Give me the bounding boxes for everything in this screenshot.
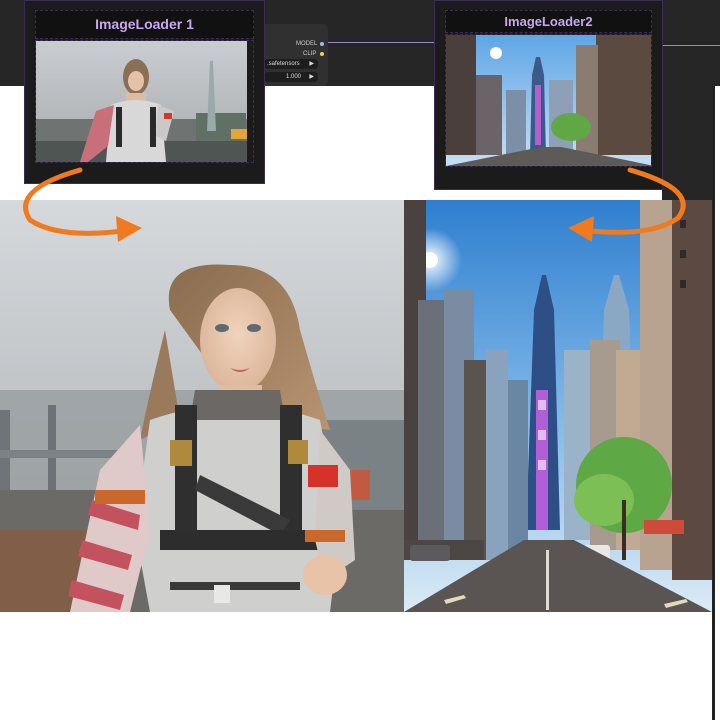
node-title[interactable]: ImageLoader2 xyxy=(445,10,652,33)
city-street-image xyxy=(404,200,712,612)
image-preview xyxy=(445,34,652,167)
right-curved-arrow-icon xyxy=(579,167,686,235)
ckpt-name-widget[interactable]: .safetensors ▶ xyxy=(264,59,318,69)
image-preview xyxy=(35,40,254,163)
connection-wire xyxy=(328,42,434,43)
widget-arrow-icon[interactable]: ▶ xyxy=(309,59,314,69)
woman-thumbnail-image xyxy=(36,41,247,162)
connection-wire xyxy=(662,45,720,46)
city-image-panel xyxy=(404,200,712,612)
left-curved-arrow-icon xyxy=(23,167,133,236)
right-arrowhead-icon xyxy=(568,216,594,242)
output-clip-label: CLIP xyxy=(303,51,317,57)
node-title[interactable]: ImageLoader 1 xyxy=(35,10,254,39)
left-arrowhead-icon xyxy=(116,216,142,242)
widget-arrow-icon[interactable]: ▶ xyxy=(309,72,314,82)
orange-arrows xyxy=(23,167,686,242)
output-model-label: MODEL xyxy=(296,41,318,47)
city-thumbnail-image xyxy=(446,35,651,166)
output-model-port[interactable] xyxy=(320,42,324,46)
woman-image-panel xyxy=(0,200,404,612)
woman-running-image xyxy=(0,200,404,612)
output-clip-port[interactable] xyxy=(320,52,324,56)
strength-widget[interactable]: 1.000 ▶ xyxy=(264,72,318,82)
